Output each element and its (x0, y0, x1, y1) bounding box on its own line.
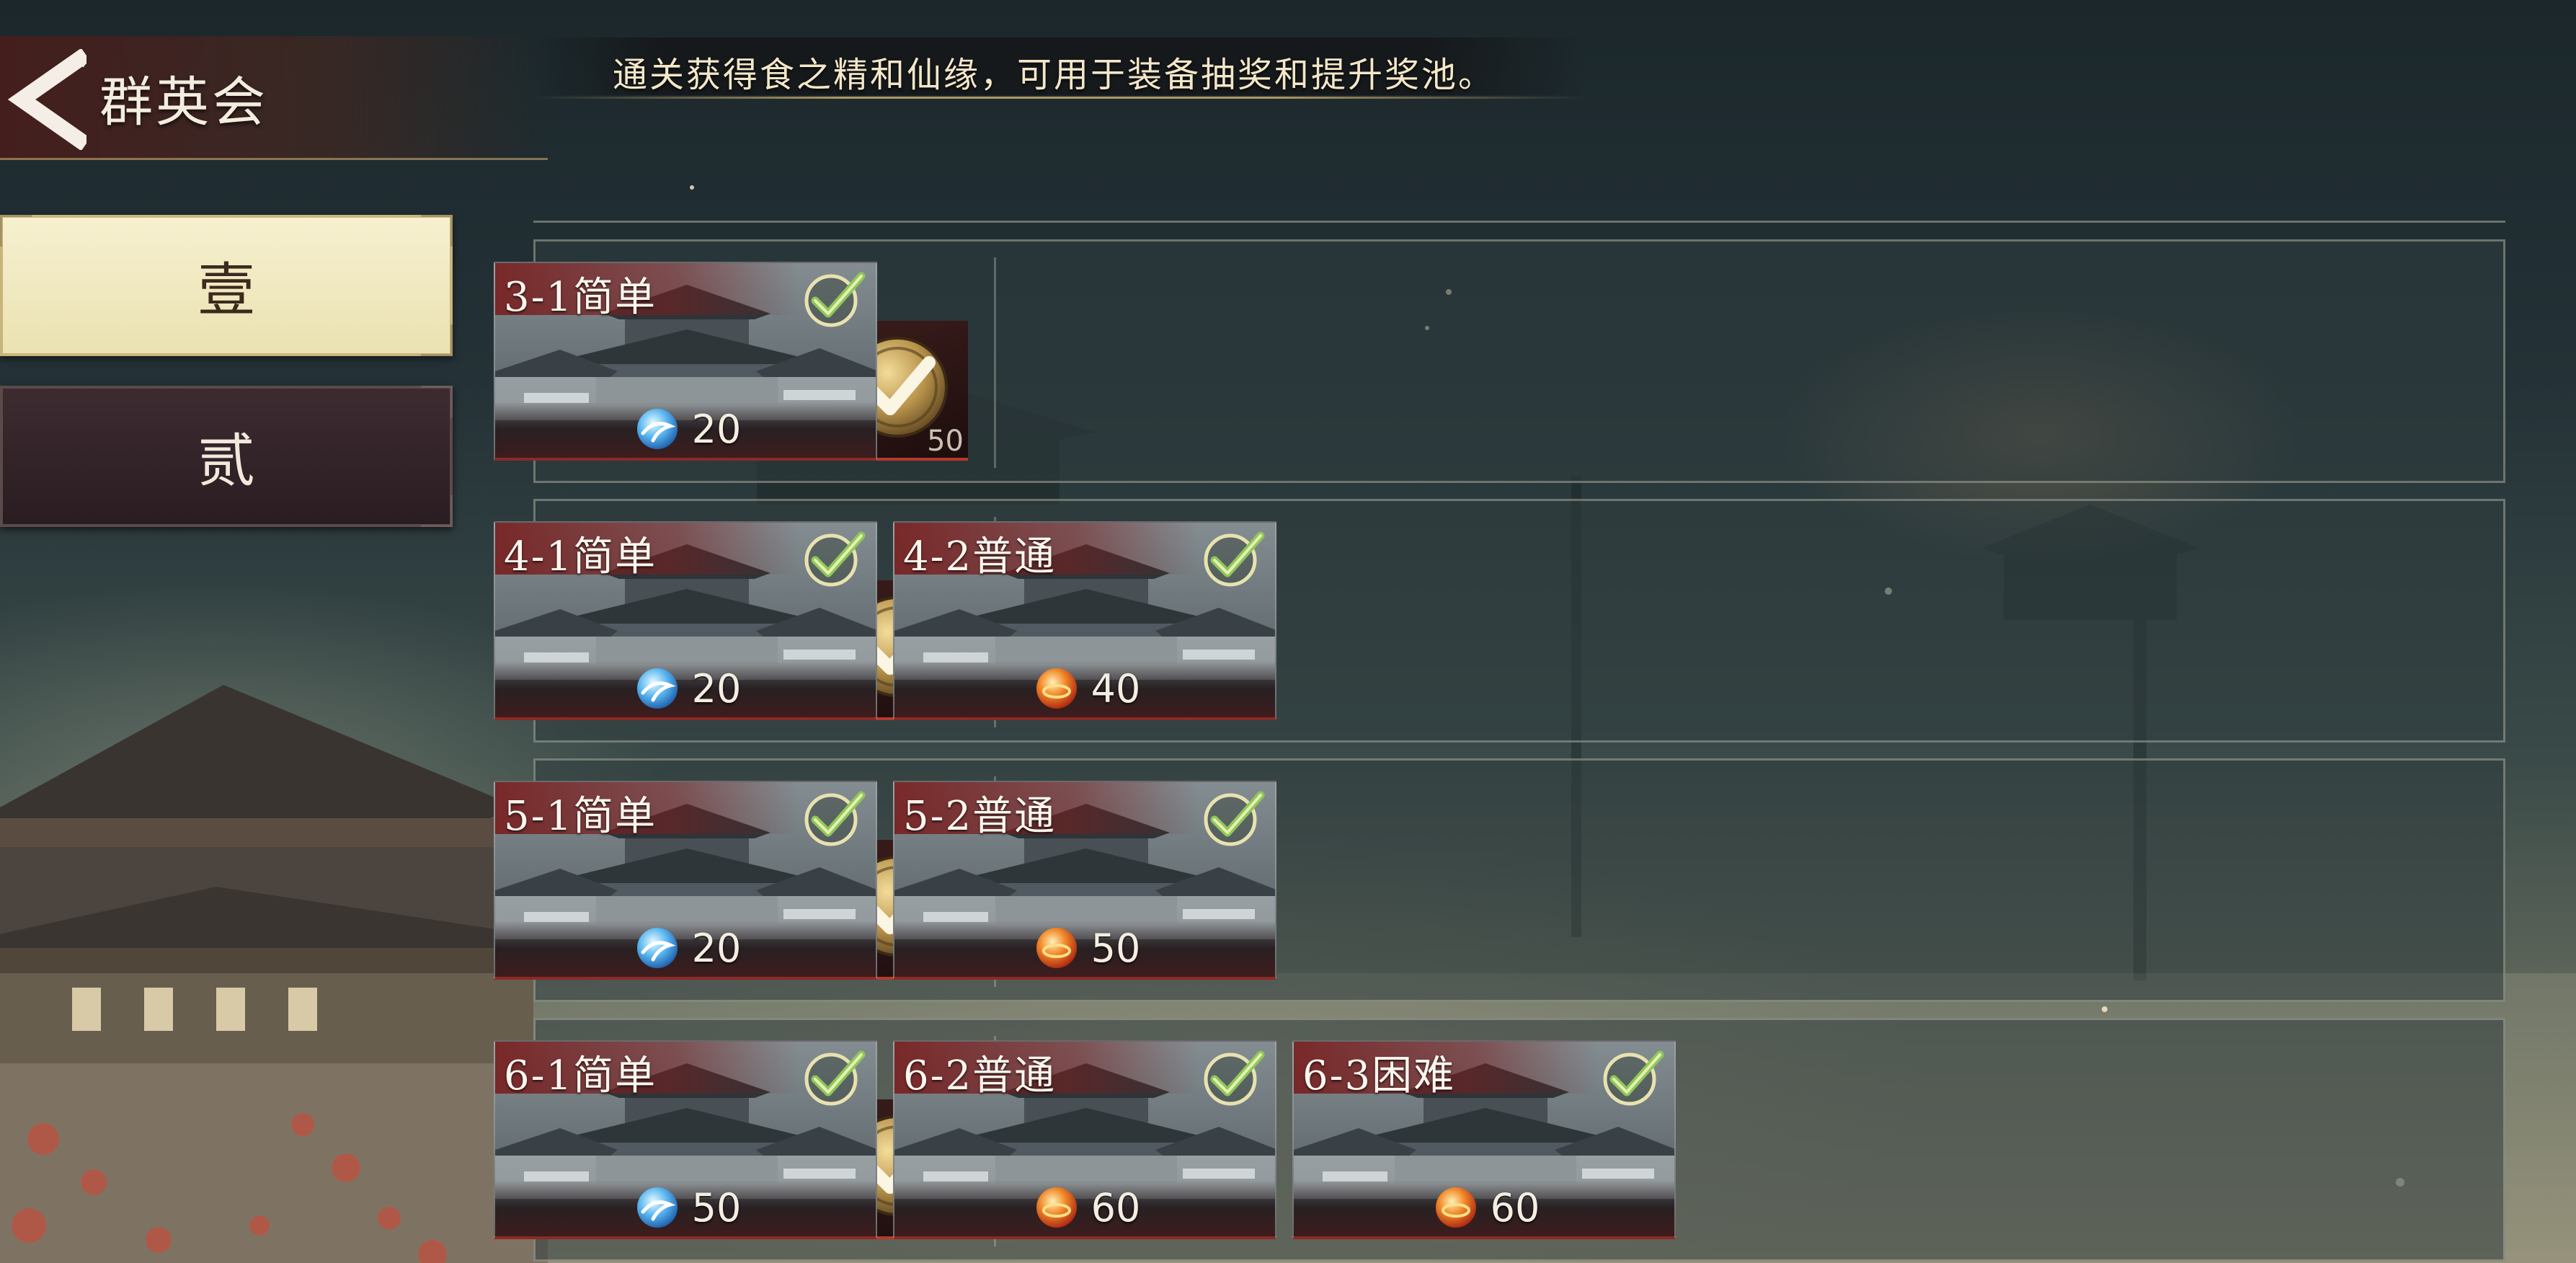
reward-amount: 20 (691, 925, 742, 971)
reward-amount: 50 (1091, 925, 1141, 971)
tab-label: 壹 (197, 257, 255, 324)
stage-card[interactable]: 6-2普通 60 (893, 1040, 1276, 1239)
tab-corner-ornament (421, 495, 453, 527)
stage-name: 5-1简单 (504, 793, 657, 840)
stage-name: 6-1简单 (504, 1052, 657, 1099)
stage-card[interactable]: 5-1简单 20 (494, 781, 877, 980)
tab-1[interactable]: 壹 (0, 215, 453, 356)
tab-corner-ornament (0, 215, 32, 247)
completed-check-icon (1204, 1050, 1265, 1106)
red-fire-orb-icon (1435, 1187, 1476, 1228)
stage-name: 4-1简单 (504, 533, 657, 580)
reward-amount: 20 (691, 665, 742, 712)
completed-check-icon (804, 791, 866, 846)
chapter-divider (994, 257, 996, 468)
red-fire-orb-icon (1036, 1187, 1077, 1228)
stage-reward: 40 (894, 664, 1275, 713)
notice-divider (533, 97, 1586, 99)
list-top-divider (533, 221, 2505, 223)
completed-check-icon (1204, 791, 1265, 846)
stage-card[interactable]: 5-2普通 50 (893, 781, 1276, 980)
stage-name: 6-3困难 (1302, 1052, 1456, 1099)
chapter-row: 五 · 寒戍 进度: 100% 50 (494, 758, 2505, 1002)
completed-check-icon (804, 531, 866, 587)
stage-reward: 20 (495, 664, 876, 713)
blue-spirit-orb-icon (636, 1187, 678, 1228)
reward-amount: 60 (1490, 1184, 1540, 1231)
chapter-row: 六 · 雪阁 进度: 100% 50 (494, 1018, 2505, 1262)
stage-reward: 20 (495, 404, 876, 453)
chapter-row: 四 · 嶂隘 进度: 100% 50 (494, 499, 2505, 743)
stage-name: 6-2普通 (903, 1052, 1057, 1099)
blue-spirit-orb-icon (636, 409, 678, 449)
blue-spirit-orb-icon (636, 928, 678, 968)
page-title: 群英会 (99, 71, 268, 133)
stage-reward: 20 (495, 923, 876, 972)
reward-amount: 40 (1091, 665, 1141, 712)
back-button[interactable] (0, 48, 91, 151)
tab-corner-ornament (421, 215, 453, 247)
stage-name: 5-2普通 (903, 793, 1057, 840)
stage-card[interactable]: 6-1简单 50 (494, 1040, 877, 1239)
chapter-row: 三 · 隐庄 进度: 100% 50 (494, 239, 2505, 483)
tab-corner-ornament (421, 386, 453, 417)
stage-reward: 50 (894, 923, 1275, 972)
red-fire-orb-icon (1036, 668, 1077, 709)
completed-check-icon (1603, 1050, 1664, 1106)
notice-text: 通关获得食之精和仙缘，可用于装备抽奖和提升奖池。 (613, 55, 1496, 95)
stage-card[interactable]: 4-1简单 20 (494, 521, 877, 720)
stage-card[interactable]: 6-3困难 60 (1292, 1040, 1676, 1239)
reward-amount: 50 (691, 1184, 742, 1231)
reward-amount: 20 (691, 406, 742, 452)
stage-reward: 60 (1294, 1183, 1674, 1232)
stage-name: 4-2普通 (903, 533, 1057, 580)
red-fire-orb-icon (1036, 928, 1077, 968)
stage-name: 3-1简单 (504, 274, 657, 321)
completed-check-icon (804, 1050, 866, 1106)
tab-2[interactable]: 贰 (0, 386, 453, 527)
completed-check-icon (1204, 531, 1265, 587)
stage-card[interactable]: 4-2普通 40 (893, 521, 1276, 720)
stage-reward: 60 (894, 1183, 1275, 1232)
stage-card[interactable]: 3-1简单 20 (494, 262, 877, 461)
blue-spirit-orb-icon (636, 668, 678, 709)
medal-count: 50 (927, 425, 964, 458)
reward-amount: 60 (1091, 1184, 1141, 1231)
completed-check-icon (804, 272, 866, 327)
tab-label: 贰 (197, 427, 255, 495)
tab-corner-ornament (421, 324, 453, 356)
back-arrow-icon (7, 48, 91, 151)
stage-reward: 50 (495, 1183, 876, 1232)
